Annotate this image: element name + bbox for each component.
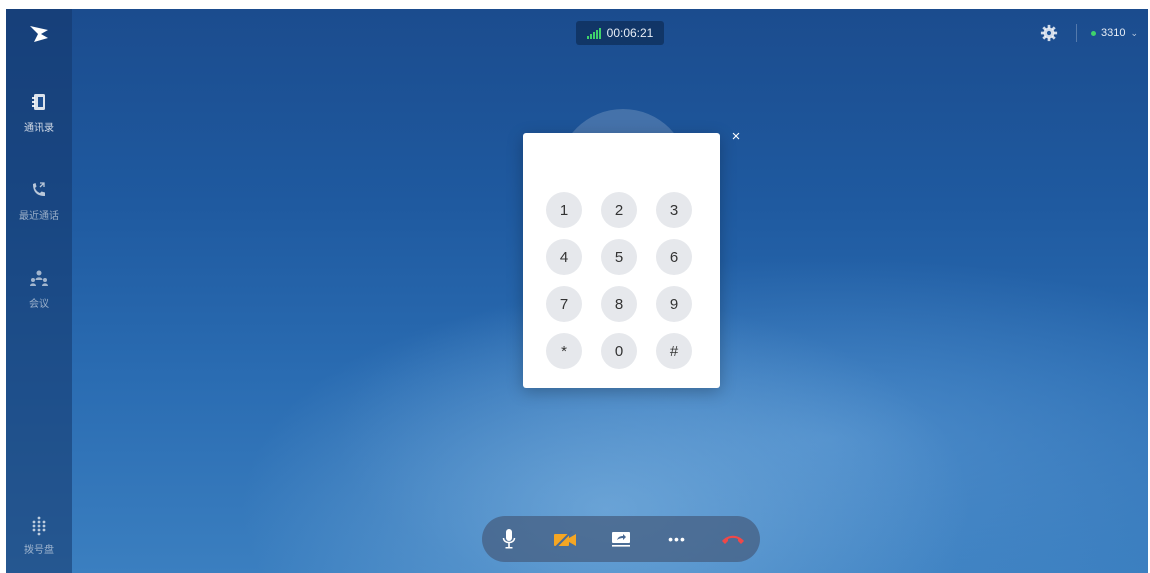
screen-share-icon: [612, 532, 630, 547]
dialpad-key-8[interactable]: 8: [601, 286, 637, 322]
online-status-dot: [1090, 30, 1096, 36]
mute-button[interactable]: [491, 525, 527, 553]
more-options-button[interactable]: •••: [659, 525, 695, 553]
dialpad-key-7[interactable]: 7: [546, 286, 582, 322]
camera-toggle-button[interactable]: [547, 525, 583, 553]
call-controls-bar: •••: [482, 516, 760, 562]
dialpad-key-3[interactable]: 3: [656, 192, 692, 228]
dialpad-key-9[interactable]: 9: [656, 286, 692, 322]
sidebar-item-label: 拨号盘: [24, 545, 54, 556]
microphone-icon: [502, 529, 516, 549]
call-screen: 通讯录 最近通话 会议 拨号盘 00:06:21 3310 ⌄ 1 2 3 4 …: [6, 9, 1148, 573]
screen-share-button[interactable]: [603, 525, 639, 553]
dialpad-key-star[interactable]: *: [546, 333, 582, 369]
dialpad-key-6[interactable]: 6: [656, 239, 692, 275]
divider: [1075, 24, 1077, 42]
signal-strength-icon: [586, 27, 601, 39]
dialpad-icon: [32, 516, 46, 536]
hangup-button[interactable]: [715, 525, 751, 553]
call-timer: 00:06:21: [576, 21, 664, 45]
gear-icon[interactable]: [1040, 24, 1058, 42]
sidebar-item-recent-calls[interactable]: 最近通话: [6, 179, 72, 222]
dialpad-popup: 1 2 3 4 5 6 7 8 9 * 0 #: [523, 133, 720, 388]
contacts-icon: [32, 94, 45, 110]
sidebar-item-dialpad[interactable]: 拨号盘: [6, 515, 72, 556]
sidebar-item-meeting[interactable]: 会议: [6, 267, 72, 310]
dialpad-key-0[interactable]: 0: [601, 333, 637, 369]
dialpad-key-hash[interactable]: #: [656, 333, 692, 369]
dialpad-key-2[interactable]: 2: [601, 192, 637, 228]
camera-off-icon: [554, 530, 576, 549]
hangup-icon: [722, 535, 744, 544]
app-logo-icon: [26, 21, 52, 47]
dialpad-key-1[interactable]: 1: [546, 192, 582, 228]
chevron-down-icon: ⌄: [1130, 27, 1138, 38]
top-right-controls: 3310 ⌄: [1040, 21, 1148, 45]
sidebar-item-label: 会议: [29, 299, 49, 310]
sidebar-item-label: 通讯录: [24, 123, 54, 134]
dialpad-keys: 1 2 3 4 5 6 7 8 9 * 0 #: [546, 192, 696, 369]
meeting-icon: [30, 270, 48, 286]
close-icon[interactable]: ×: [729, 129, 743, 144]
dialpad-key-4[interactable]: 4: [546, 239, 582, 275]
sidebar: 通讯录 最近通话 会议 拨号盘: [6, 9, 72, 573]
more-icon: •••: [668, 531, 686, 547]
sidebar-item-label: 最近通话: [19, 211, 59, 222]
account-selector[interactable]: 3310 ⌄: [1090, 27, 1138, 39]
recent-calls-icon: [33, 182, 45, 196]
sidebar-item-contacts[interactable]: 通讯录: [6, 91, 72, 134]
call-duration: 00:06:21: [606, 26, 654, 40]
dialpad-key-5[interactable]: 5: [601, 239, 637, 275]
account-extension: 3310: [1100, 27, 1126, 39]
